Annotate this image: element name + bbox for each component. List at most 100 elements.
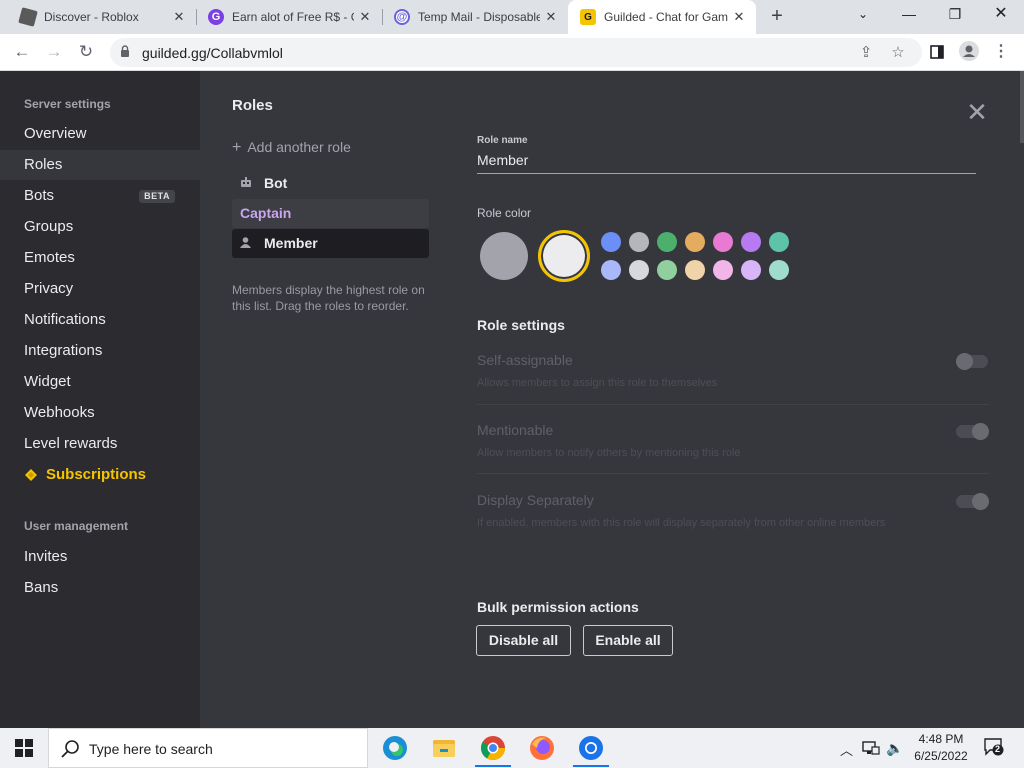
color-swatch[interactable] <box>685 232 705 252</box>
minimize-icon[interactable]: — <box>886 0 932 30</box>
role-color-label: Role color <box>477 206 532 220</box>
sidebar-item-label: Integrations <box>24 342 103 359</box>
chrome-icon[interactable] <box>479 734 507 762</box>
notification-count: 2 <box>995 744 1001 754</box>
reload-icon[interactable]: ↻ <box>74 40 98 64</box>
mentionable-toggle[interactable] <box>956 423 989 440</box>
color-swatch-white-selected[interactable] <box>538 230 590 282</box>
sidebar-item-overview[interactable]: Overview <box>0 119 200 149</box>
role-item-bot[interactable]: Bot <box>232 169 429 198</box>
sidebar-item-label: Invites <box>24 548 68 565</box>
profile-avatar-icon[interactable] <box>958 41 980 63</box>
browser-menu-icon[interactable]: ⋮ <box>990 41 1012 63</box>
setting-display-separately-desc: If enabled, members with this role will … <box>477 517 886 529</box>
clock-time: 4:48 PM <box>918 732 964 746</box>
color-swatch-gray[interactable] <box>480 232 528 280</box>
tab-title: Earn alot of Free R$ - G <box>232 10 354 24</box>
sidebar-item-label: Overview <box>24 125 87 142</box>
role-name-label: Role name <box>477 135 528 146</box>
color-swatch[interactable] <box>629 232 649 252</box>
toggle-knob <box>972 493 989 510</box>
start-button[interactable] <box>0 728 48 768</box>
sidebar-item-privacy[interactable]: Privacy <box>0 274 200 304</box>
role-name-input[interactable]: Member <box>477 152 528 168</box>
close-window-icon[interactable]: ✕ <box>978 0 1024 30</box>
firefox-icon[interactable] <box>528 734 556 762</box>
sidebar-item-bots[interactable]: Bots BETA <box>0 181 200 211</box>
color-swatch[interactable] <box>713 232 733 252</box>
sidebar-item-label: Notifications <box>24 311 106 328</box>
sidebar-item-label: Level rewards <box>24 435 118 452</box>
color-swatch[interactable] <box>657 260 677 280</box>
clock[interactable]: 4:48 PM 6/25/2022 <box>908 731 974 765</box>
network-icon[interactable] <box>862 740 880 756</box>
self-assignable-toggle[interactable] <box>956 353 988 370</box>
color-swatch[interactable] <box>601 232 621 252</box>
sidebar-item-notifications[interactable]: Notifications <box>0 305 200 335</box>
setting-mentionable-title: Mentionable <box>477 422 554 438</box>
sidebar-item-label: Bans <box>24 579 59 596</box>
tab-title: Temp Mail - Disposable <box>418 10 540 24</box>
sidebar-item-emotes[interactable]: Emotes <box>0 243 200 273</box>
disable-all-button[interactable]: Disable all <box>476 625 571 656</box>
sidebar-item-groups[interactable]: Groups <box>0 212 200 242</box>
add-role-button[interactable]: + Add another role <box>232 139 351 157</box>
close-tab-icon[interactable]: ✕ <box>354 9 376 25</box>
tab-free-robux[interactable]: G Earn alot of Free R$ - G ✕ <box>196 0 382 34</box>
sidebar-item-webhooks[interactable]: Webhooks <box>0 398 200 428</box>
sidebar-item-roles[interactable]: Roles <box>0 150 200 180</box>
color-swatch[interactable] <box>657 232 677 252</box>
role-item-member[interactable]: Member <box>232 229 429 258</box>
chrome-profile-running-indicator <box>573 765 609 767</box>
toggle-knob <box>972 423 989 440</box>
tab-guilded[interactable]: G Guilded - Chat for Gam ✕ <box>568 0 756 34</box>
color-swatch[interactable] <box>741 232 761 252</box>
share-icon[interactable]: ⇪ <box>856 43 876 63</box>
file-explorer-icon[interactable] <box>430 734 458 762</box>
show-hidden-icons[interactable]: ︿ <box>840 740 853 759</box>
color-swatch[interactable] <box>769 232 789 252</box>
sidebar-item-integrations[interactable]: Integrations <box>0 336 200 366</box>
sidebar-item-level-rewards[interactable]: Level rewards <box>0 429 200 459</box>
color-swatch[interactable] <box>769 260 789 280</box>
enable-all-button[interactable]: Enable all <box>583 625 673 656</box>
bulk-permission-heading: Bulk permission actions <box>477 599 639 615</box>
display-separately-toggle[interactable] <box>956 493 989 510</box>
sidebar-item-label: Subscriptions <box>46 466 147 483</box>
search-placeholder: Type here to search <box>89 741 213 757</box>
chrome-profile-icon[interactable] <box>577 734 605 762</box>
taskbar-search-box[interactable]: Type here to search <box>48 728 368 768</box>
volume-icon[interactable]: 🔈 <box>886 740 903 757</box>
close-tab-icon[interactable]: ✕ <box>168 9 190 25</box>
close-tab-icon[interactable]: ✕ <box>728 9 750 25</box>
tab-roblox[interactable]: Discover - Roblox ✕ <box>8 0 196 34</box>
sidebar-item-widget[interactable]: Widget <box>0 367 200 397</box>
guilded-app: Server settings Overview Roles Bots BETA… <box>0 71 1024 728</box>
notification-center-icon[interactable]: 2 <box>984 738 1004 756</box>
sidebar-item-invites[interactable]: Invites <box>0 542 200 572</box>
close-settings-icon[interactable]: ✕ <box>964 99 990 125</box>
color-swatch[interactable] <box>741 260 761 280</box>
sidebar-item-subscriptions[interactable]: Subscriptions <box>0 460 200 490</box>
tab-temp-mail[interactable]: @ Temp Mail - Disposable ✕ <box>382 0 568 34</box>
scrollbar-thumb[interactable] <box>1020 71 1024 143</box>
color-swatch[interactable] <box>629 260 649 280</box>
new-tab-icon[interactable]: + <box>766 5 788 27</box>
close-tab-icon[interactable]: ✕ <box>540 9 562 25</box>
add-role-label: Add another role <box>247 139 351 155</box>
color-swatch[interactable] <box>713 260 733 280</box>
browser-tab-strip: Discover - Roblox ✕ G Earn alot of Free … <box>0 0 1024 34</box>
side-panel-icon[interactable] <box>926 41 948 63</box>
bookmark-star-icon[interactable]: ☆ <box>888 43 908 63</box>
tab-search-icon[interactable]: ⌄ <box>840 0 886 30</box>
roblox-icon <box>18 7 38 27</box>
restore-icon[interactable]: ❐ <box>932 0 978 30</box>
sidebar-item-bans[interactable]: Bans <box>0 573 200 603</box>
color-swatch[interactable] <box>601 260 621 280</box>
role-item-captain[interactable]: Captain <box>232 199 429 228</box>
color-swatch[interactable] <box>685 260 705 280</box>
forward-icon[interactable]: → <box>42 40 66 64</box>
edge-icon[interactable] <box>381 734 409 762</box>
address-bar[interactable]: guilded.gg/Collabvmlol ⇪ ☆ <box>110 38 922 67</box>
back-icon[interactable]: ← <box>10 40 34 64</box>
